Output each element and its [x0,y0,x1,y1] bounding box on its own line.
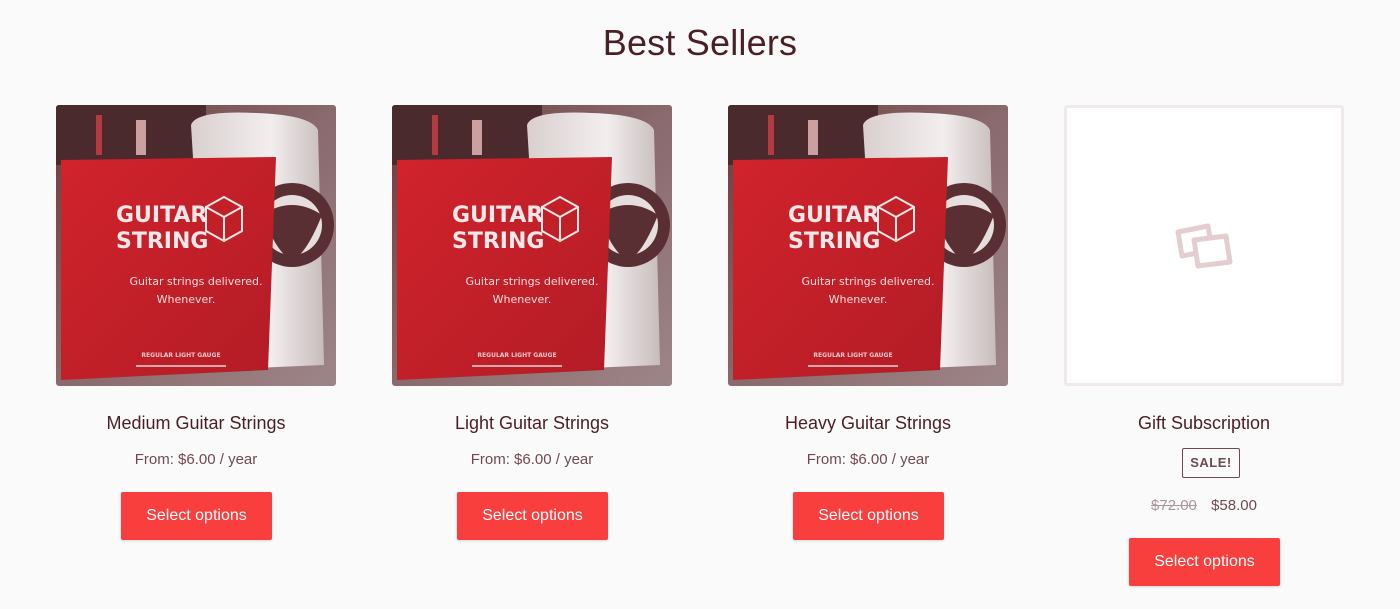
product-price: From: $6.00 / year [134,451,258,468]
package-gauge: REGULAR LIGHT GAUGE [813,352,892,359]
product-image-placeholder[interactable] [1064,105,1344,386]
product-card-medium: GUITAR STRING Guitar strings delivered. … [56,105,336,595]
package-gauge: REGULAR LIGHT GAUGE [141,352,220,359]
package-brand-line2: STRING [788,229,880,254]
sale-badge: SALE! [1182,448,1240,478]
package-tagline1: Guitar strings delivered. [129,275,262,288]
package-gauge: REGULAR LIGHT GAUGE [477,352,556,359]
product-name[interactable]: Light Guitar Strings [392,413,672,434]
product-image[interactable]: GUITAR STRING Guitar strings delivered. … [392,105,672,386]
product-card-light: GUITAR STRING Guitar strings delivered. … [392,105,672,595]
product-image[interactable]: GUITAR STRING Guitar strings delivered. … [56,105,336,386]
product-card-gift: Gift Subscription SALE! $72.00 $58.00 Se… [1064,105,1344,595]
select-options-button[interactable]: Select options [121,492,272,540]
package-tagline2: Whenever. [157,293,216,306]
package-brand-line1: GUITAR [788,203,879,228]
select-options-button[interactable]: Select options [1129,538,1280,586]
product-image[interactable]: GUITAR STRING Guitar strings delivered. … [728,105,1008,386]
price-row: $72.00 $58.00 [1064,497,1344,514]
package-brand-line2: STRING [116,229,208,254]
package-tagline1: Guitar strings delivered. [801,275,934,288]
package-brand-line2: STRING [452,229,544,254]
product-name[interactable]: Heavy Guitar Strings [728,413,1008,434]
old-price: $72.00 [1151,497,1197,514]
package-tagline2: Whenever. [493,293,552,306]
product-grid: GUITAR STRING Guitar strings delivered. … [56,105,1344,595]
image-placeholder-icon [1172,222,1236,270]
product-name[interactable]: Gift Subscription [1064,413,1344,434]
sale-price: $58.00 [1211,497,1257,514]
product-card-heavy: GUITAR STRING Guitar strings delivered. … [728,105,1008,595]
select-options-button[interactable]: Select options [457,492,608,540]
package-brand-line1: GUITAR [116,203,207,228]
select-options-button[interactable]: Select options [793,492,944,540]
page-title: Best Sellers [602,22,798,63]
package-brand-line1: GUITAR [452,203,543,228]
product-price: From: $6.00 / year [470,451,594,468]
package-tagline2: Whenever. [829,293,888,306]
product-price: From: $6.00 / year [806,451,930,468]
package-tagline1: Guitar strings delivered. [465,275,598,288]
product-name[interactable]: Medium Guitar Strings [56,413,336,434]
